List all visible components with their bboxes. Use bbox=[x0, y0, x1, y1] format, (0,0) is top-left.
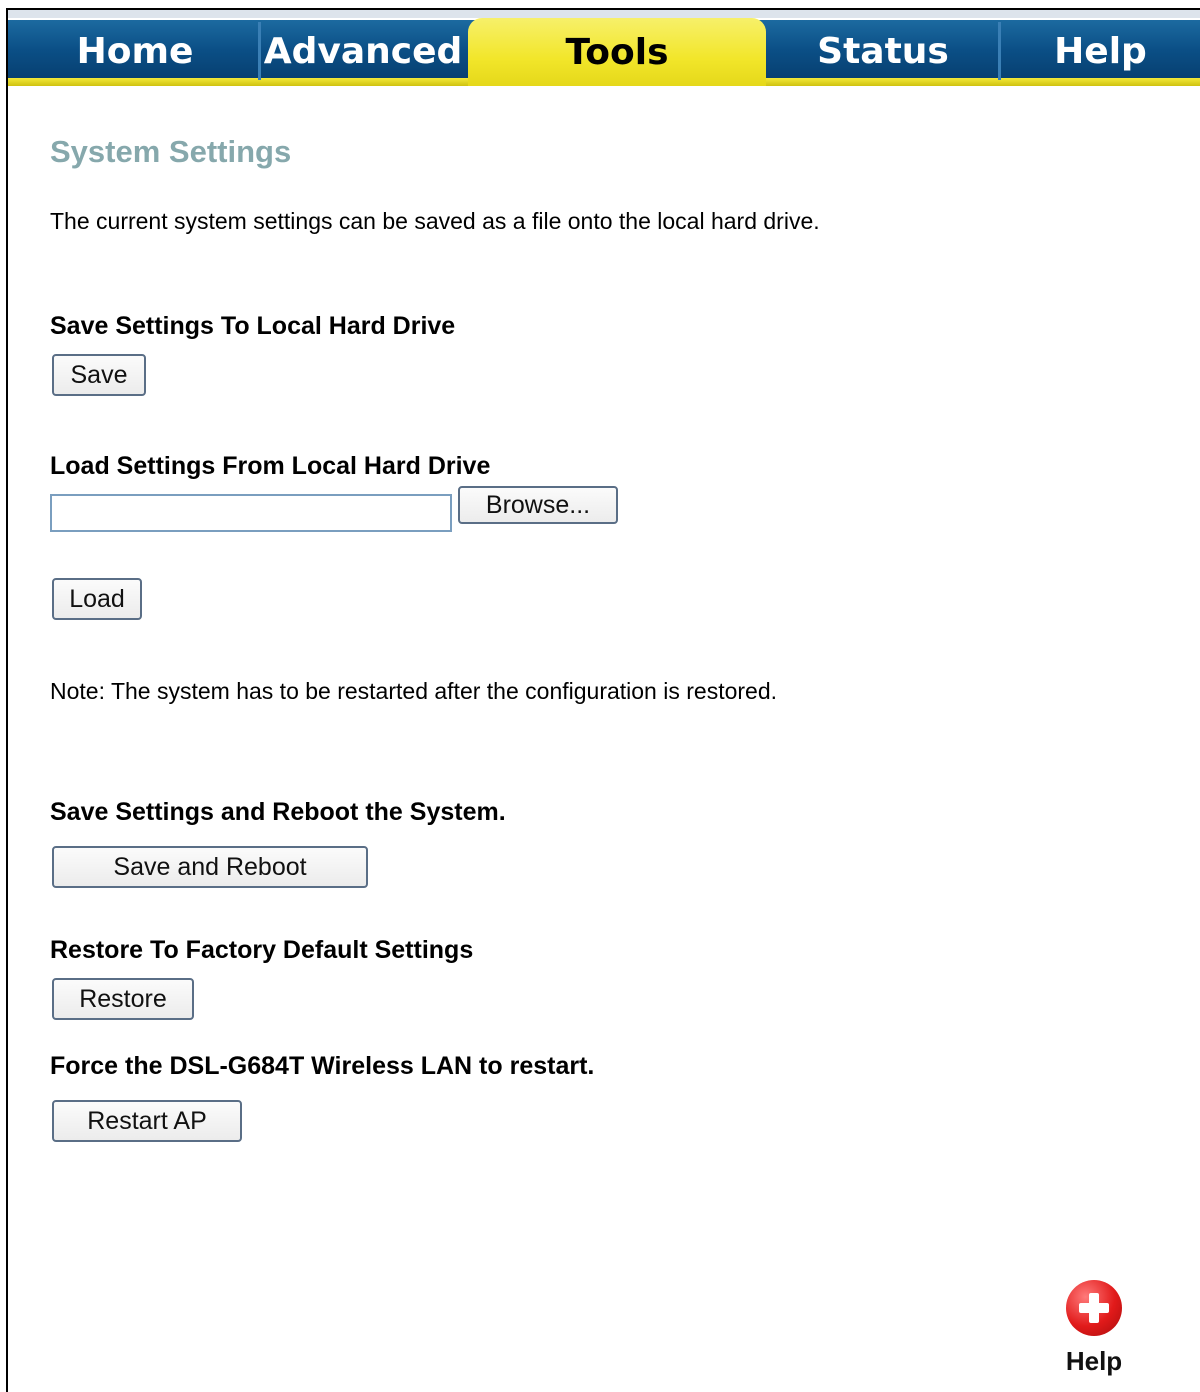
tab-home-label: Home bbox=[76, 30, 194, 72]
save-and-reboot-button[interactable]: Save and Reboot bbox=[52, 846, 368, 888]
help-link[interactable]: Help bbox=[1064, 1280, 1124, 1377]
tab-tools[interactable]: Tools bbox=[468, 18, 766, 86]
tab-help[interactable]: Help bbox=[1001, 22, 1200, 80]
restart-ap-button[interactable]: Restart AP bbox=[52, 1100, 242, 1142]
page-title: System Settings bbox=[50, 134, 292, 169]
tab-advanced-label: Advanced bbox=[263, 30, 463, 72]
reboot-section-title: Save Settings and Reboot the System. bbox=[50, 798, 506, 826]
save-section-title: Save Settings To Local Hard Drive bbox=[50, 312, 456, 340]
load-section-title: Load Settings From Local Hard Drive bbox=[50, 452, 491, 480]
browse-button[interactable]: Browse... bbox=[458, 486, 618, 524]
config-file-input[interactable] bbox=[50, 494, 452, 532]
restore-button[interactable]: Restore bbox=[52, 978, 194, 1020]
restart-note: Note: The system has to be restarted aft… bbox=[50, 678, 778, 704]
page-description: The current system settings can be saved… bbox=[50, 208, 820, 234]
tab-home[interactable]: Home bbox=[8, 22, 261, 80]
tab-help-label: Help bbox=[1054, 30, 1147, 72]
tab-status[interactable]: Status bbox=[768, 22, 1001, 80]
restore-section-title: Restore To Factory Default Settings bbox=[50, 936, 474, 964]
tab-status-label: Status bbox=[817, 30, 949, 72]
tab-advanced[interactable]: Advanced bbox=[258, 22, 468, 80]
tab-tools-label: Tools bbox=[565, 31, 669, 73]
help-plus-icon bbox=[1066, 1280, 1122, 1336]
save-button[interactable]: Save bbox=[52, 354, 146, 396]
top-navigation: Home Advanced Tools Status Help bbox=[8, 10, 1200, 88]
page-frame: Home Advanced Tools Status Help System S… bbox=[6, 8, 1200, 1392]
restart-section-title: Force the DSL-G684T Wireless LAN to rest… bbox=[50, 1052, 595, 1080]
load-button[interactable]: Load bbox=[52, 578, 142, 620]
help-label: Help bbox=[1065, 1346, 1123, 1376]
